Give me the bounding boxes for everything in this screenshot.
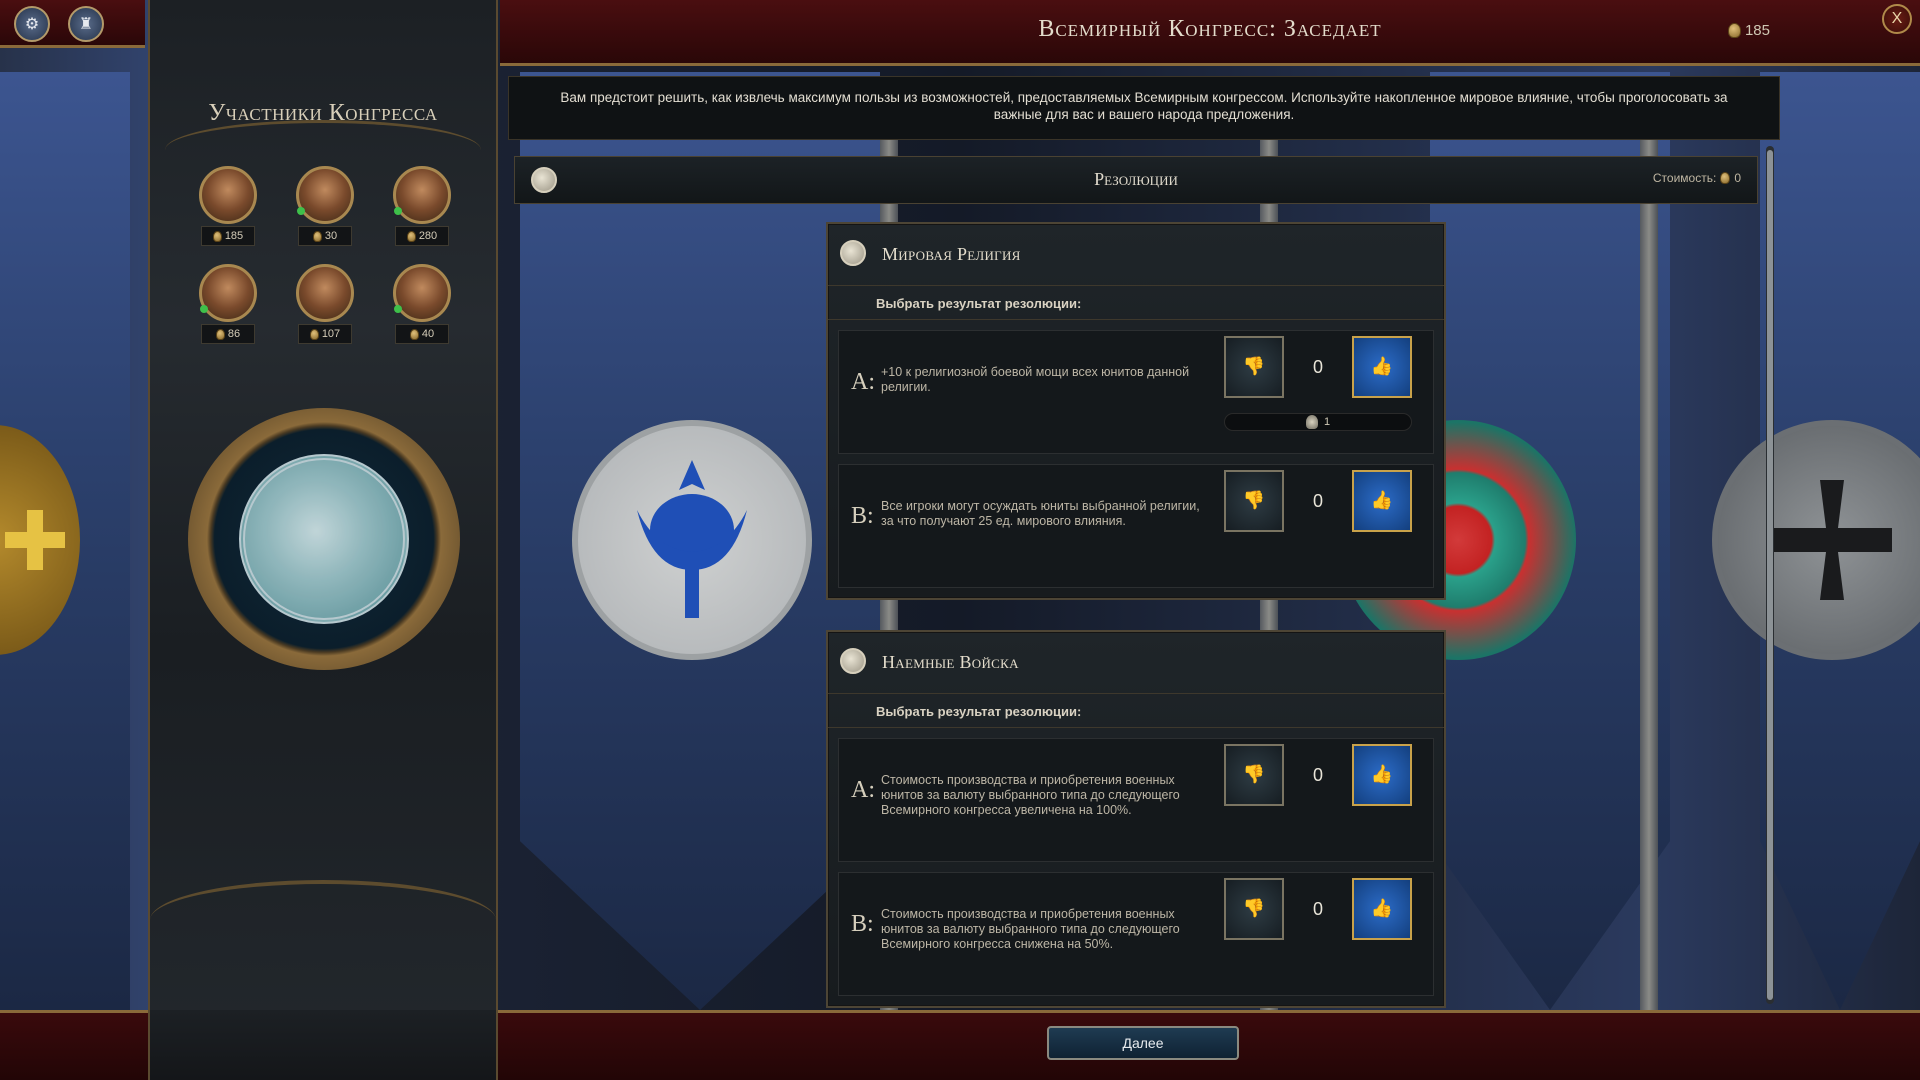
resolution-option: B: Стоимость производства и приобретения …: [838, 872, 1434, 996]
leader-portrait[interactable]: [393, 166, 451, 224]
globe-icon: [840, 240, 866, 266]
congress-member[interactable]: 280: [374, 166, 470, 246]
congress-member[interactable]: 185: [180, 166, 276, 246]
leader-portrait[interactable]: [296, 166, 354, 224]
member-influence: 107: [298, 324, 352, 344]
option-letter: B:: [851, 911, 874, 937]
resolution-option: B: Все игроки могут осуждать юниты выбран…: [838, 464, 1434, 588]
globe-icon: [840, 648, 866, 674]
vote-control: 👎 0 👍: [1224, 469, 1412, 533]
resolutions-cost: Стоимость: 0: [1652, 171, 1741, 185]
vote-up-button[interactable]: 👍: [1352, 470, 1412, 532]
resolution-option: A: Стоимость производства и приобретения …: [838, 738, 1434, 862]
world-congress-seal: [188, 408, 460, 670]
option-letter: A:: [851, 369, 875, 395]
resolution-subtitle: Выбрать результат резолюции:: [828, 286, 1444, 320]
status-dot: [297, 207, 305, 215]
resolution-title: Мировая Религия: [882, 244, 1021, 264]
status-dot: [200, 305, 208, 313]
page-title: Всемирный Конгресс: Заседает: [1038, 16, 1382, 42]
influence-total: 185: [1727, 22, 1770, 39]
vote-up-button[interactable]: 👍: [1352, 744, 1412, 806]
influence-icon: [309, 328, 319, 340]
option-letter: B:: [851, 503, 874, 529]
description-text: Вам предстоит решить, как извлечь максим…: [508, 76, 1780, 140]
vote-down-button[interactable]: 👎: [1224, 336, 1284, 398]
option-text: Стоимость производства и приобретения во…: [881, 773, 1180, 817]
option-text: +10 к религиозной боевой мощи всех юнито…: [881, 365, 1190, 394]
leader-portrait[interactable]: [393, 264, 451, 322]
congress-member[interactable]: 30: [277, 166, 373, 246]
option-letter: A:: [851, 777, 875, 803]
vote-count: 0: [1312, 490, 1323, 511]
member-influence: 40: [395, 324, 449, 344]
victory-button[interactable]: ♜: [68, 6, 104, 42]
member-influence: 280: [395, 226, 449, 246]
member-influence: 30: [298, 226, 352, 246]
congress-member[interactable]: 86: [180, 264, 276, 344]
member-influence: 86: [201, 324, 255, 344]
option-text: Стоимость производства и приобретения во…: [881, 907, 1180, 951]
resolutions-header: Резолюции Стоимость: 0: [514, 156, 1758, 204]
resolution-card: Мировая Религия Выбрать результат резолюц…: [826, 222, 1446, 600]
option-text: Все игроки могут осуждать юниты выбранно…: [881, 499, 1200, 528]
influence-icon: [409, 328, 419, 340]
vote-count: 0: [1312, 898, 1323, 919]
resolution-option: A: +10 к религиозной боевой мощи всех юни…: [838, 330, 1434, 454]
next-button[interactable]: Далее: [1047, 1026, 1239, 1060]
thistle-icon: [637, 460, 747, 618]
influence-icon: [1727, 23, 1741, 38]
influence-icon: [406, 230, 416, 242]
world-congress-button[interactable]: ⚙: [14, 6, 50, 42]
status-dot: [394, 305, 402, 313]
resolutions-title: Резолюции: [1094, 169, 1178, 189]
influence-icon: [312, 230, 322, 242]
vote-count: 0: [1312, 764, 1323, 785]
top-left-corner: ⚙ ♜: [0, 0, 145, 48]
card-header: Наемные Войска: [828, 632, 1444, 694]
delegate-icon: [1305, 415, 1318, 429]
delegate-bar: 1: [1224, 413, 1412, 431]
scrollbar-thumb[interactable]: [1767, 150, 1773, 1000]
influence-icon: [212, 230, 222, 242]
globe-icon: [239, 454, 409, 624]
civ-emblem-thistle: [572, 420, 812, 660]
influence-icon: [1720, 172, 1731, 184]
vote-down-button[interactable]: 👎: [1224, 744, 1284, 806]
panel-title: Участники Конгресса: [208, 100, 438, 126]
vote-control: 👎 0 👍: [1224, 877, 1412, 941]
influence-icon: [215, 328, 225, 340]
resolution-title: Наемные Войска: [882, 652, 1019, 672]
resolution-card: Наемные Войска Выбрать результат резолюци…: [826, 630, 1446, 1008]
status-dot: [394, 207, 402, 215]
vote-control: 👎 0 👍: [1224, 335, 1412, 399]
congress-members-panel: Участники Конгресса 185 30 280 86 107 40: [148, 0, 498, 1080]
top-bar: Всемирный Конгресс: Заседает 185 X: [500, 0, 1920, 66]
vote-up-button[interactable]: 👍: [1352, 878, 1412, 940]
vote-control: 👎 0 👍: [1224, 743, 1412, 807]
leader-portrait[interactable]: [199, 264, 257, 322]
vote-down-button[interactable]: 👎: [1224, 878, 1284, 940]
vote-down-button[interactable]: 👎: [1224, 470, 1284, 532]
leader-portrait[interactable]: [199, 166, 257, 224]
member-grid: 185 30 280 86 107 40: [180, 166, 470, 344]
vote-count: 0: [1312, 356, 1323, 377]
card-header: Мировая Религия: [828, 224, 1444, 286]
close-button[interactable]: X: [1882, 4, 1912, 34]
pillar: [1640, 140, 1658, 1010]
congress-member[interactable]: 107: [277, 264, 373, 344]
vote-up-button[interactable]: 👍: [1352, 336, 1412, 398]
resolution-subtitle: Выбрать результат резолюции:: [828, 694, 1444, 728]
congress-member[interactable]: 40: [374, 264, 470, 344]
leader-portrait[interactable]: [296, 264, 354, 322]
member-influence: 185: [201, 226, 255, 246]
